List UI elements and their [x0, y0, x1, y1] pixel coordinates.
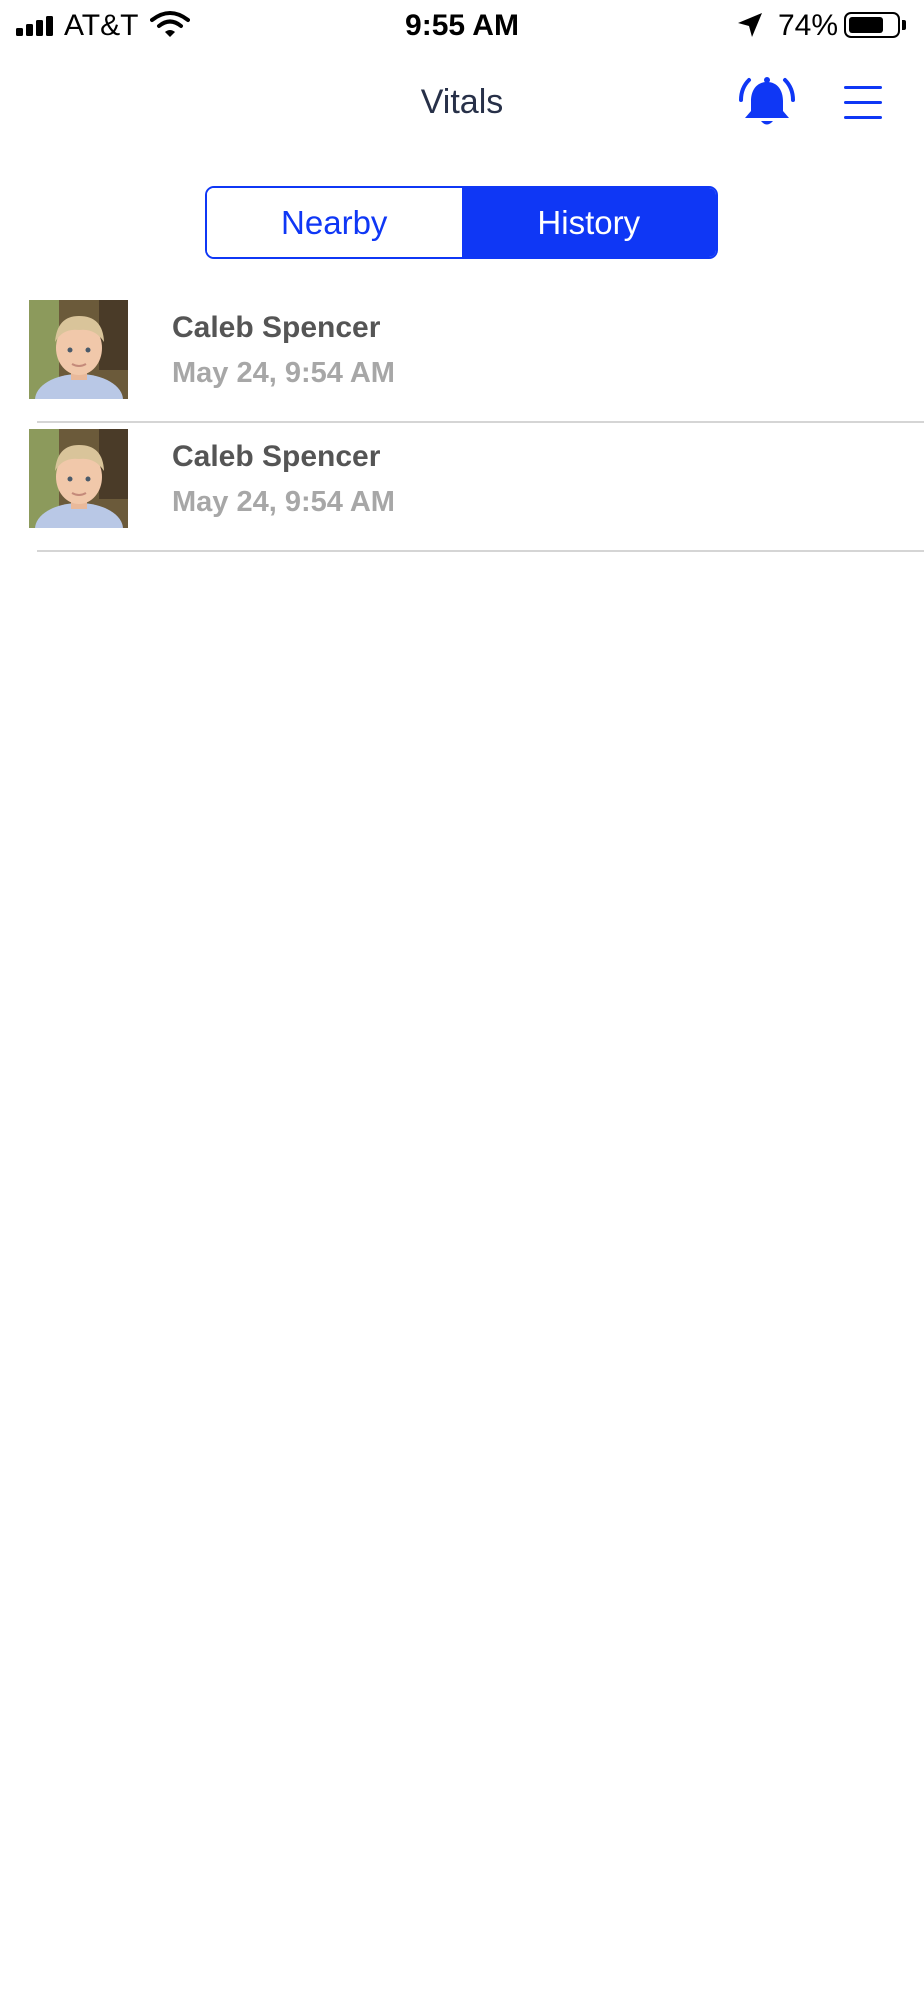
history-list: Caleb Spencer May 24, 9:54 AM Caleb Spen…	[0, 294, 924, 552]
tab-history[interactable]: History	[461, 188, 716, 257]
list-item[interactable]: Caleb Spencer May 24, 9:54 AM	[0, 294, 924, 423]
status-bar: AT&T 9:55 AM 74%	[0, 0, 924, 52]
battery-percentage: 74%	[778, 9, 839, 42]
battery-tip	[902, 20, 906, 30]
record-timestamp: May 24, 9:54 AM	[172, 486, 395, 518]
tab-nearby[interactable]: Nearby	[207, 188, 462, 257]
hamburger-menu-icon[interactable]	[844, 86, 882, 120]
list-item[interactable]: Caleb Spencer May 24, 9:54 AM	[0, 423, 924, 552]
battery-level-fill	[849, 17, 883, 33]
alarm-bell-icon[interactable]	[738, 74, 796, 130]
patient-name: Caleb Spencer	[172, 311, 381, 344]
divider	[37, 550, 924, 552]
battery-icon	[844, 12, 900, 38]
location-arrow-icon	[738, 13, 762, 37]
segmented-control: Nearby History	[205, 186, 718, 259]
avatar	[29, 429, 128, 528]
patient-name: Caleb Spencer	[172, 440, 381, 473]
record-timestamp: May 24, 9:54 AM	[172, 357, 395, 389]
avatar	[29, 300, 128, 399]
navigation-bar: Vitals	[0, 52, 924, 152]
